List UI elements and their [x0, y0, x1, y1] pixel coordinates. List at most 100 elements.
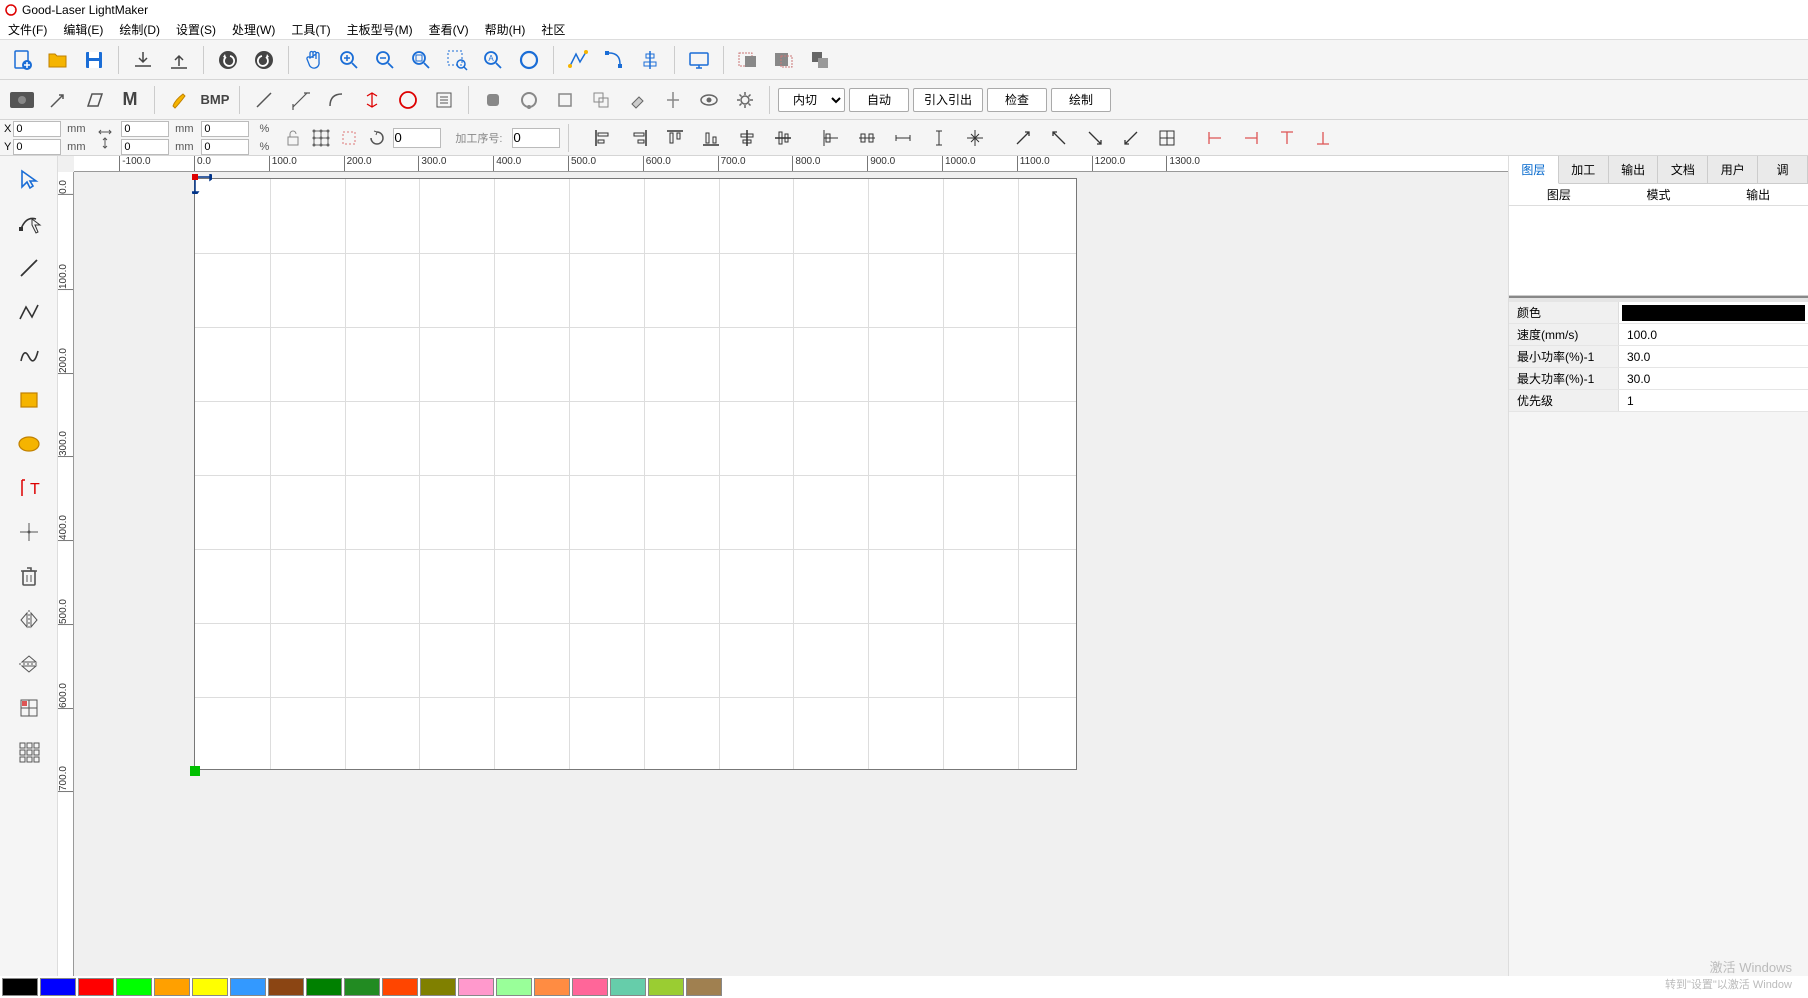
- menu-settings[interactable]: 设置(S): [172, 21, 220, 38]
- select-tool[interactable]: [9, 162, 49, 198]
- corner-tr-button[interactable]: [1043, 122, 1075, 154]
- draw-button[interactable]: 绘制: [1051, 88, 1111, 112]
- color-swatch[interactable]: [306, 978, 342, 996]
- tab-more[interactable]: 调: [1758, 156, 1808, 183]
- x-input[interactable]: [13, 121, 61, 137]
- color-swatch[interactable]: [154, 978, 190, 996]
- delete-tool[interactable]: [9, 558, 49, 594]
- import-button[interactable]: [127, 44, 159, 76]
- zoom-selection-button[interactable]: [441, 44, 473, 76]
- corner-bl-button[interactable]: [1079, 122, 1111, 154]
- monitor-button[interactable]: [683, 44, 715, 76]
- color-swatch[interactable]: [344, 978, 380, 996]
- color-swatch[interactable]: [230, 978, 266, 996]
- pan-button[interactable]: [297, 44, 329, 76]
- cut-mode-select[interactable]: 内切: [778, 88, 845, 112]
- rotation-input[interactable]: [393, 128, 441, 148]
- color-swatch[interactable]: [648, 978, 684, 996]
- color-swatch[interactable]: [382, 978, 418, 996]
- open-file-button[interactable]: [42, 44, 74, 76]
- color-swatch[interactable]: [572, 978, 608, 996]
- spacing-left-button[interactable]: [1199, 122, 1231, 154]
- path-optimize-button[interactable]: [562, 44, 594, 76]
- spacing-top-button[interactable]: [1271, 122, 1303, 154]
- selection-icon[interactable]: [337, 126, 361, 150]
- node-tool[interactable]: [9, 206, 49, 242]
- snap-button[interactable]: [356, 84, 388, 116]
- mirror-v-tool[interactable]: [9, 646, 49, 682]
- fill-circle-button[interactable]: [513, 84, 545, 116]
- align-vcenter-button[interactable]: [767, 122, 799, 154]
- save-file-button[interactable]: [78, 44, 110, 76]
- zoom-in-button[interactable]: [333, 44, 365, 76]
- undo-button[interactable]: [212, 44, 244, 76]
- color-swatch[interactable]: [268, 978, 304, 996]
- anchor-grid-icon[interactable]: [309, 126, 333, 150]
- rotate-icon[interactable]: [365, 126, 389, 150]
- mirror-h-tool[interactable]: [9, 602, 49, 638]
- spacing-bottom-button[interactable]: [1307, 122, 1339, 154]
- align-left-button[interactable]: [587, 122, 619, 154]
- array-single-tool[interactable]: [9, 690, 49, 726]
- zoom-page-button[interactable]: [513, 44, 545, 76]
- export-button[interactable]: [163, 44, 195, 76]
- auto-button[interactable]: 自动: [849, 88, 909, 112]
- prop-priority-value[interactable]: 1: [1619, 394, 1808, 408]
- bmp-button[interactable]: BMP: [199, 84, 231, 116]
- array-grid-tool[interactable]: [9, 734, 49, 770]
- color-swatch[interactable]: [420, 978, 456, 996]
- color-swatch[interactable]: [458, 978, 494, 996]
- prop-maxpow-value[interactable]: 30.0: [1619, 372, 1808, 386]
- lock-icon[interactable]: [281, 126, 305, 150]
- align-vertical-button[interactable]: [634, 44, 666, 76]
- color-swatch[interactable]: [534, 978, 570, 996]
- fill-rect-button[interactable]: [477, 84, 509, 116]
- scaley-input[interactable]: [201, 139, 249, 155]
- tab-output[interactable]: 输出: [1609, 156, 1659, 183]
- group1-button[interactable]: [732, 44, 764, 76]
- color-swatch[interactable]: [78, 978, 114, 996]
- menu-edit[interactable]: 编辑(E): [59, 21, 107, 38]
- rectangle-tool[interactable]: [9, 382, 49, 418]
- text-tool[interactable]: T: [9, 470, 49, 506]
- layers-button[interactable]: [804, 44, 836, 76]
- dist-height-button[interactable]: [923, 122, 955, 154]
- corner-br-button[interactable]: [1115, 122, 1147, 154]
- tab-layer[interactable]: 图层: [1509, 156, 1559, 184]
- crop-button[interactable]: [549, 84, 581, 116]
- dist-center-button[interactable]: [959, 122, 991, 154]
- menu-process[interactable]: 处理(W): [228, 21, 279, 38]
- zoom-fit-button[interactable]: [405, 44, 437, 76]
- workspace[interactable]: [74, 172, 1508, 976]
- visibility-button[interactable]: [693, 84, 725, 116]
- h-input[interactable]: [121, 139, 169, 155]
- align-top-button[interactable]: [659, 122, 691, 154]
- circle-tool-button[interactable]: [392, 84, 424, 116]
- brush-button[interactable]: [163, 84, 195, 116]
- color-swatch[interactable]: [192, 978, 228, 996]
- color-swatch[interactable]: [116, 978, 152, 996]
- curve-tool[interactable]: [9, 338, 49, 374]
- redo-button[interactable]: [248, 44, 280, 76]
- scalex-input[interactable]: [201, 121, 249, 137]
- new-file-button[interactable]: [6, 44, 38, 76]
- zoom-out-button[interactable]: [369, 44, 401, 76]
- w-input[interactable]: [121, 121, 169, 137]
- node-edit-button[interactable]: [598, 44, 630, 76]
- y-input[interactable]: [13, 139, 61, 155]
- menu-board[interactable]: 主板型号(M): [343, 21, 417, 38]
- align-center-button[interactable]: [657, 84, 689, 116]
- zoom-all-button[interactable]: A: [477, 44, 509, 76]
- align-hcenter-button[interactable]: [731, 122, 763, 154]
- skew-tool-button[interactable]: [78, 84, 110, 116]
- arc-tool-button[interactable]: [320, 84, 352, 116]
- eraser-button[interactable]: [621, 84, 653, 116]
- sequence-input[interactable]: [512, 128, 560, 148]
- menu-tools[interactable]: 工具(T): [287, 21, 334, 38]
- camera-button[interactable]: [6, 84, 38, 116]
- ellipse-tool[interactable]: [9, 426, 49, 462]
- polyline-tool[interactable]: [9, 294, 49, 330]
- corner-tl-button[interactable]: [1007, 122, 1039, 154]
- align-bottom-button[interactable]: [695, 122, 727, 154]
- align-right-button[interactable]: [623, 122, 655, 154]
